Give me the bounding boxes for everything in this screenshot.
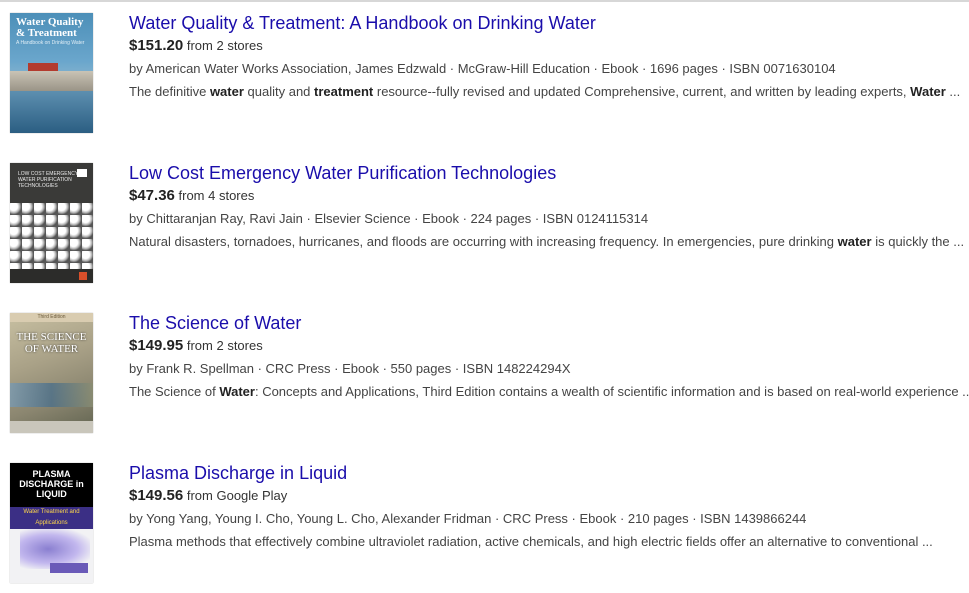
book-title-link[interactable]: Plasma Discharge in Liquid [129,461,969,485]
snippet-text: quality and [243,84,315,99]
store-count: from 2 stores [186,338,263,353]
book-snippet: The Science of Water: Concepts and Appli… [129,382,969,402]
book-result: Water Quality & Treatment A Handbook on … [0,13,969,143]
cover-footer [10,269,93,283]
cover-edition-band: Third Edition [10,313,93,322]
cover-subtitle-band: Water Treatment and Applications [10,507,93,529]
snippet-highlight: water [837,234,872,249]
snippet-highlight: water [209,84,244,99]
book-snippet: Plasma methods that effectively combine … [129,532,969,552]
store-count: from 4 stores [178,188,255,203]
book-result: Third Edition THE SCIENCE OF WATER The S… [0,313,969,443]
price-line: $149.95 from 2 stores [129,336,969,356]
snippet-text: : Concepts and Applications, Third Editi… [254,384,969,399]
book-snippet: The definitive water quality and treatme… [129,82,969,102]
top-divider [0,0,969,2]
book-title-link[interactable]: The Science of Water [129,311,969,335]
snippet-highlight: Water [910,84,946,99]
snippet-highlight: treatment [314,84,374,99]
book-cover-image[interactable]: PLASMA DISCHARGE in LIQUID Water Treatme… [10,463,93,583]
book-metadata: by Frank R. Spellman · CRC Press · Ebook… [129,361,571,376]
cover-title: Water Quality & Treatment [16,16,84,39]
cover-title: PLASMA DISCHARGE in LIQUID [19,469,84,499]
book-info: Plasma Discharge in Liquid $149.56 from … [129,461,969,552]
cover-graphic [28,63,58,71]
book-metadata: by Yong Yang, Young I. Cho, Young L. Cho… [129,511,807,526]
cover-graphic [10,71,93,91]
snippet-text: The definitive [129,84,210,99]
book-info: The Science of Water $149.95 from 2 stor… [129,311,969,402]
store-count: from Google Play [186,488,288,503]
book-info: Low Cost Emergency Water Purification Te… [129,161,969,252]
price-line: $47.36 from 4 stores [129,186,969,206]
store-count: from 2 stores [186,38,263,53]
snippet-text: Natural disasters, tornadoes, hurricanes… [129,234,838,249]
cover-authors-band [50,563,88,573]
cover-graphic [10,91,93,133]
snippet-highlight: Water [219,384,255,399]
price-line: $151.20 from 2 stores [129,36,969,56]
publisher-logo-icon [77,169,87,177]
book-cover-image[interactable]: Water Quality & Treatment A Handbook on … [10,13,93,133]
snippet-text: Plasma methods that effectively combine … [129,534,933,549]
book-metadata: by Chittaranjan Ray, Ravi Jain · Elsevie… [129,211,649,226]
cover-subtitle: A Handbook on Drinking Water [16,40,85,46]
cover-graphic [10,203,93,269]
cover-title: THE SCIENCE OF WATER [16,331,87,355]
cover-footer [10,421,93,433]
snippet-text: is quickly the ... [871,234,965,249]
book-cover-image[interactable]: Third Edition THE SCIENCE OF WATER [10,313,93,433]
book-cover-image[interactable]: LOW COST EMERGENCY WATER PURIFICATION TE… [10,163,93,283]
book-price: $149.95 [129,337,184,354]
book-price: $149.56 [129,487,184,504]
book-metadata: by American Water Works Association, Jam… [129,61,836,76]
snippet-text: resource--fully revised and updated Comp… [373,84,911,99]
book-title-link[interactable]: Low Cost Emergency Water Purification Te… [129,161,969,185]
snippet-text: ... [945,84,961,99]
cover-graphic [10,383,93,407]
snippet-text: The Science of [129,384,220,399]
book-price: $47.36 [129,187,175,204]
book-snippet: Natural disasters, tornadoes, hurricanes… [129,232,969,252]
book-info: Water Quality & Treatment: A Handbook on… [129,11,969,102]
book-result: LOW COST EMERGENCY WATER PURIFICATION TE… [0,163,969,293]
price-line: $149.56 from Google Play [129,486,969,506]
book-price: $151.20 [129,37,184,54]
book-result: PLASMA DISCHARGE in LIQUID Water Treatme… [0,463,969,593]
book-title-link[interactable]: Water Quality & Treatment: A Handbook on… [129,11,969,35]
